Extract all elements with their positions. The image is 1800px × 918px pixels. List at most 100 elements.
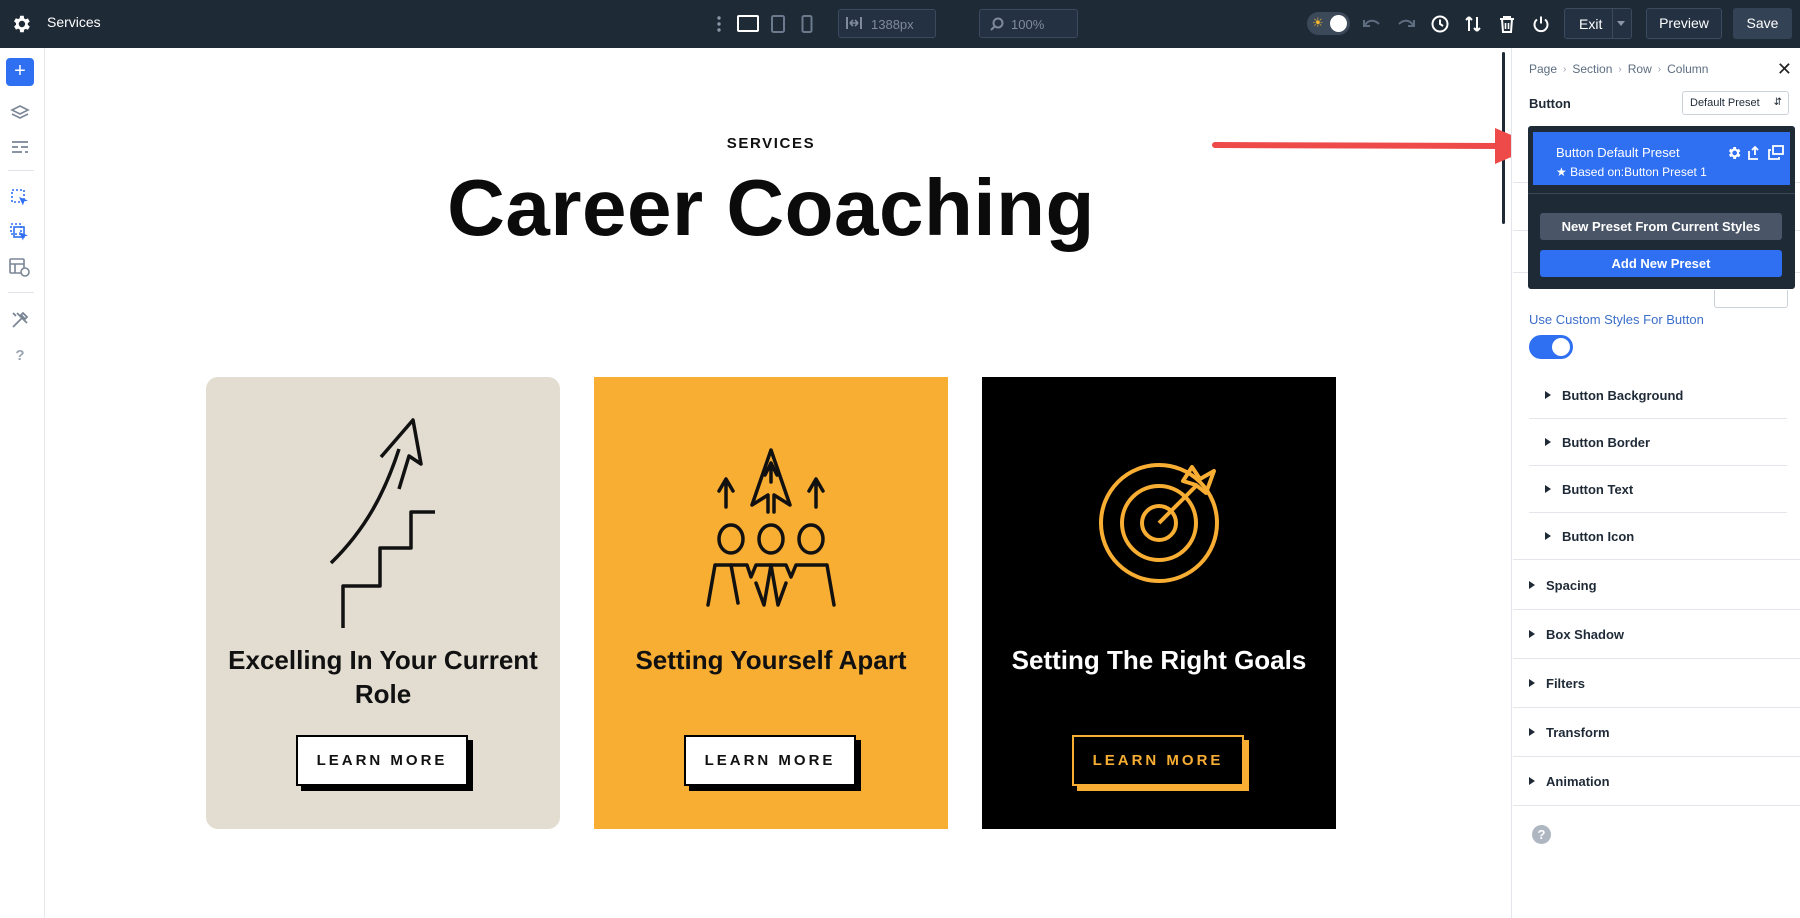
preset-dropdown[interactable]: Default Preset ⇵ xyxy=(1682,91,1789,115)
service-card[interactable]: Excelling In Your Current Role LEARN MOR… xyxy=(206,377,560,829)
team-arrows-icon xyxy=(706,448,836,607)
theme-toggle-knob xyxy=(1330,15,1347,32)
preset-duplicate-icon[interactable] xyxy=(1768,145,1784,161)
breadcrumb-item-column[interactable]: Column xyxy=(1667,62,1708,76)
group-filters[interactable]: Filters xyxy=(1513,659,1800,708)
undo-icon[interactable] xyxy=(1360,12,1384,36)
breadcrumb-item-page[interactable]: Page xyxy=(1529,62,1557,76)
preset-item-active[interactable]: Button Default Preset ★ Based on:Button … xyxy=(1533,132,1790,185)
trash-icon[interactable] xyxy=(1495,12,1519,36)
target-icon xyxy=(1099,463,1219,583)
button-icon-toggle[interactable]: Button Icon xyxy=(1513,513,1800,560)
template-settings-icon[interactable] xyxy=(8,256,32,280)
learn-more-button[interactable]: LEARN MORE xyxy=(684,735,861,791)
service-card[interactable]: Setting The Right Goals LEARN MORE xyxy=(982,377,1336,829)
group-label: Spacing xyxy=(1546,578,1597,593)
group-animation[interactable]: Animation xyxy=(1513,757,1800,806)
preset-name: Button Default Preset xyxy=(1556,145,1680,160)
select-cursor-icon[interactable] xyxy=(8,186,32,210)
redo-icon[interactable] xyxy=(1394,12,1418,36)
tools-icon[interactable] xyxy=(8,308,32,332)
zoom-magnifier-icon xyxy=(989,16,1005,35)
caret-right-icon xyxy=(1529,581,1535,589)
group-label: Animation xyxy=(1546,774,1610,789)
chevron-right-icon: › xyxy=(1563,63,1567,75)
multi-select-icon[interactable] xyxy=(8,221,32,245)
caret-right-icon xyxy=(1529,777,1535,785)
caret-right-icon xyxy=(1545,438,1551,446)
setting-label: Button Text xyxy=(1562,482,1634,497)
canvas-width-value: 1388px xyxy=(871,17,914,32)
learn-more-button[interactable]: LEARN MORE xyxy=(296,735,473,791)
desktop-view-icon[interactable] xyxy=(736,12,760,36)
width-arrows-icon xyxy=(846,16,862,33)
help-question-icon[interactable]: ? xyxy=(8,343,32,367)
caret-right-icon xyxy=(1545,532,1551,540)
caret-right-icon xyxy=(1545,485,1551,493)
setting-label: Button Border xyxy=(1562,435,1651,450)
popover-divider xyxy=(1528,193,1795,194)
power-icon[interactable] xyxy=(1529,12,1553,36)
custom-styles-toggle[interactable] xyxy=(1529,335,1573,359)
setting-label: Button Icon xyxy=(1562,529,1635,544)
preset-sliders-icon: ⇵ xyxy=(1773,97,1782,108)
learn-more-button[interactable]: LEARN MORE xyxy=(1072,735,1249,791)
stairs-arrow-icon xyxy=(329,418,435,628)
preset-gear-icon[interactable] xyxy=(1726,145,1742,161)
chevron-down-icon[interactable] xyxy=(1617,21,1625,26)
preset-popover: Button Default Preset ★ Based on:Button … xyxy=(1528,126,1795,289)
page-title: Services xyxy=(47,14,101,30)
rail-divider xyxy=(8,170,34,171)
preview-button[interactable]: Preview xyxy=(1646,8,1722,39)
chevron-right-icon: › xyxy=(1618,63,1622,75)
card-title: Setting The Right Goals xyxy=(1011,645,1307,675)
settings-gear-icon[interactable] xyxy=(10,13,32,35)
help-circle-icon[interactable]: ? xyxy=(1532,825,1551,844)
module-title: Button xyxy=(1529,96,1571,111)
card-title: Excelling In Your Current Role xyxy=(228,645,538,709)
button-background-toggle[interactable]: Button Background xyxy=(1529,372,1787,419)
hidden-field xyxy=(1714,290,1788,308)
group-label: Transform xyxy=(1546,725,1610,740)
breadcrumb-item-row[interactable]: Row xyxy=(1628,62,1652,76)
preset-dropdown-label: Default Preset xyxy=(1690,97,1760,109)
preset-based-on-text: Based on:Button Preset 1 xyxy=(1570,165,1707,179)
group-box-shadow[interactable]: Box Shadow xyxy=(1513,610,1800,659)
top-toolbar: Services 1388px 100% ☀ Exit Preview Save xyxy=(0,0,1800,48)
button-border-toggle[interactable]: Button Border xyxy=(1529,419,1787,466)
save-button[interactable]: Save xyxy=(1733,8,1792,39)
setting-label: Button Background xyxy=(1562,388,1684,403)
layers-icon[interactable] xyxy=(8,101,32,125)
button-text-toggle[interactable]: Button Text xyxy=(1529,466,1787,513)
new-preset-from-styles-button[interactable]: New Preset From Current Styles xyxy=(1540,213,1782,240)
add-module-button[interactable]: + xyxy=(6,58,34,86)
tablet-view-icon[interactable] xyxy=(766,12,790,36)
caret-right-icon xyxy=(1529,630,1535,638)
chevron-right-icon: › xyxy=(1657,63,1662,75)
left-toolbar: + ? xyxy=(0,48,45,918)
group-spacing[interactable]: Spacing xyxy=(1513,561,1800,610)
page-canvas: SERVICES Career Coaching Excelling In Yo… xyxy=(45,48,1510,918)
preset-export-icon[interactable] xyxy=(1747,145,1763,161)
preset-based-on: ★ Based on:Button Preset 1 xyxy=(1556,165,1707,179)
portability-arrows-icon[interactable] xyxy=(1461,12,1485,36)
vertical-dots-icon[interactable] xyxy=(707,12,731,36)
exit-button[interactable]: Exit xyxy=(1564,8,1632,39)
group-transform[interactable]: Transform xyxy=(1513,708,1800,757)
group-label: Filters xyxy=(1546,676,1586,691)
phone-view-icon[interactable] xyxy=(795,12,819,36)
canvas-width-field[interactable]: 1388px xyxy=(838,9,936,38)
add-new-preset-button[interactable]: Add New Preset xyxy=(1540,250,1782,277)
annotation-arrow xyxy=(1212,128,1535,164)
theme-toggle[interactable]: ☀ xyxy=(1307,12,1350,35)
exit-label: Exit xyxy=(1579,16,1603,32)
close-icon[interactable]: ✕ xyxy=(1777,60,1792,78)
zoom-field[interactable]: 100% xyxy=(979,9,1078,38)
caret-right-icon xyxy=(1529,679,1535,687)
learn-more-label: LEARN MORE xyxy=(296,735,468,786)
breadcrumb-item-section[interactable]: Section xyxy=(1572,62,1612,76)
layout-list-icon[interactable] xyxy=(8,136,32,160)
history-clock-icon[interactable] xyxy=(1428,12,1452,36)
service-card[interactable]: Setting Yourself Apart LEARN MORE xyxy=(594,377,948,829)
caret-right-icon xyxy=(1529,728,1535,736)
